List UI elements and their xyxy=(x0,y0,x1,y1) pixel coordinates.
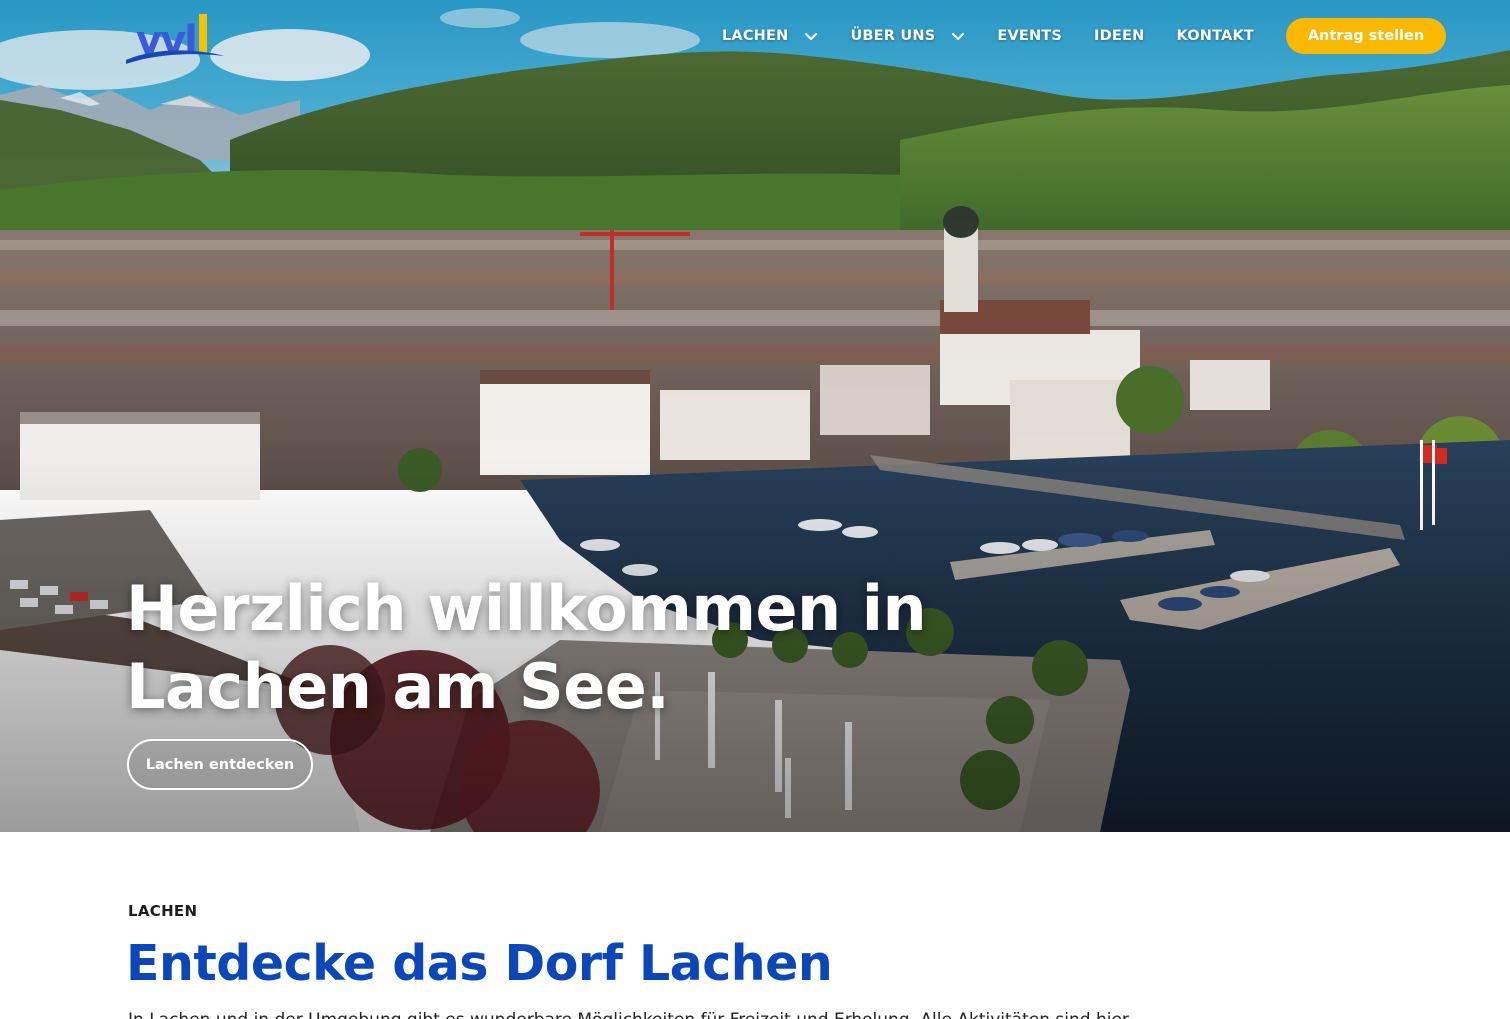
nav-item-kontakt[interactable]: KONTAKT xyxy=(1176,28,1254,44)
section-intro-text: In Lachen und in der Umgebung gibt es wu… xyxy=(128,1010,1133,1019)
chevron-down-icon xyxy=(952,33,965,40)
nav-item-ideen[interactable]: IDEEN xyxy=(1094,28,1144,44)
nav-item-events[interactable]: EVENTS xyxy=(997,28,1062,44)
logo-bar xyxy=(199,14,207,54)
hero-section: vvl LACHEN ÜBER UNS EVENTS IDEEN KONTAKT… xyxy=(0,0,1510,832)
hero-title-line-1: Herzlich willkommen in xyxy=(126,572,927,645)
main-navigation: LACHEN ÜBER UNS EVENTS IDEEN KONTAKT Ant… xyxy=(722,18,1446,54)
nav-item-label: KONTAKT xyxy=(1176,28,1254,44)
nav-item-label: EVENTS xyxy=(997,28,1063,44)
hero-title-line-2: Lachen am See. xyxy=(126,650,670,723)
nav-item-lachen[interactable]: LACHEN xyxy=(722,28,818,44)
section-eyebrow-label: LACHEN xyxy=(128,902,198,920)
section-title: Entdecke das Dorf Lachen xyxy=(126,935,833,992)
chevron-down-icon xyxy=(805,33,818,40)
hero-title: Herzlich willkommen in Lachen am See. xyxy=(126,570,1026,726)
antrag-stellen-button[interactable]: Antrag stellen xyxy=(1286,18,1446,54)
lachen-entdecken-button[interactable]: Lachen entdecken xyxy=(127,739,313,790)
vvl-logo[interactable]: vvl xyxy=(124,12,228,64)
nav-item-label: IDEEN xyxy=(1094,28,1145,44)
nav-item-label: LACHEN xyxy=(721,28,789,44)
nav-item-label: ÜBER UNS xyxy=(850,28,936,44)
nav-item-ueber-uns[interactable]: ÜBER UNS xyxy=(850,28,965,44)
